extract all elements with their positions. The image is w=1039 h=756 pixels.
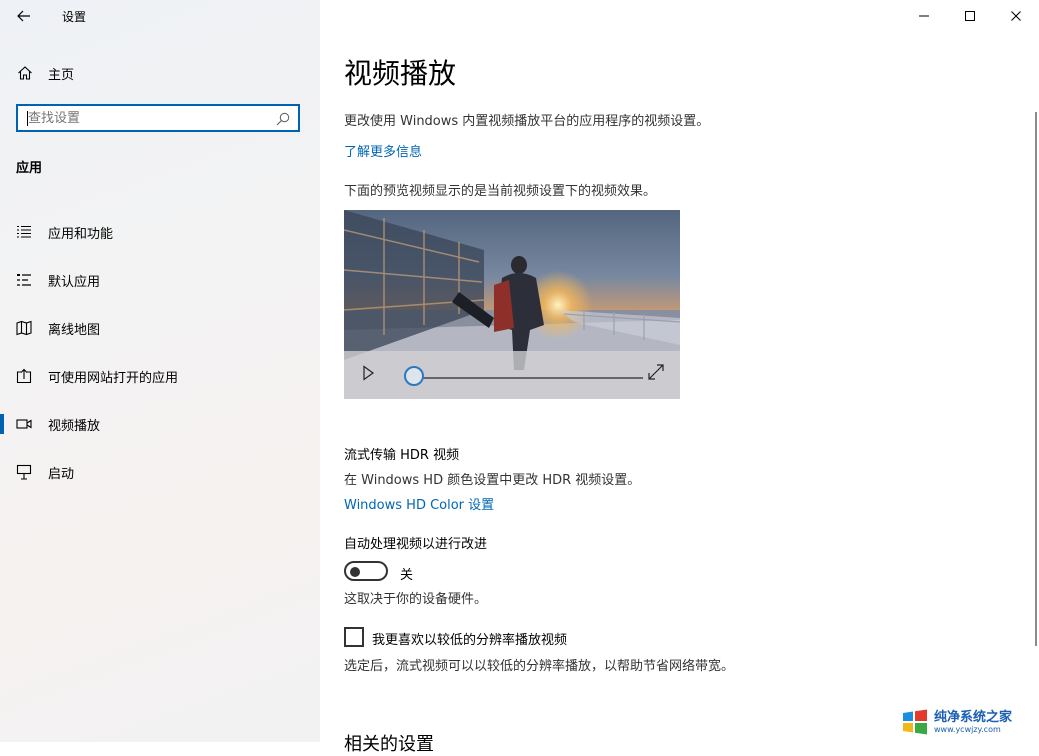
scrollbar[interactable] [1035,112,1037,646]
title-bar: 设置 [0,0,320,32]
sidebar-item-startup[interactable]: 启动 [0,448,320,496]
maximize-icon [965,11,975,21]
seek-bar-track[interactable] [415,377,643,379]
section-title: 应用 [16,161,43,176]
map-icon [16,320,32,336]
page-description: 更改使用 Windows 内置视频播放平台的应用程序的视频设置。 [344,114,710,129]
home-icon [18,66,32,80]
watermark: 纯净系统之家 www.ycwjzy.com [900,706,1036,738]
toggle-state-label: 关 [400,568,414,583]
sidebar-item-label: 视频播放 [48,418,101,434]
video-controls [344,351,680,399]
hdr-heading: 流式传输 HDR 视频 [344,448,460,463]
search-box[interactable] [16,104,300,132]
close-icon [1011,11,1021,21]
back-button[interactable] [10,4,38,28]
auto-process-heading: 自动处理视频以进行改进 [344,537,488,552]
watermark-url: www.ycwjzy.com [934,724,1001,734]
video-preview[interactable] [344,210,680,399]
window-controls [901,0,1039,32]
auto-process-toggle[interactable] [344,561,388,581]
auto-process-note: 这取决于你的设备硬件。 [344,592,488,607]
page-title: 视频播放 [344,57,457,90]
startup-icon [16,464,32,480]
main-content: 视频播放 更改使用 Windows 内置视频播放平台的应用程序的视频设置。 了解… [320,0,1039,755]
preview-description: 下面的预览视频显示的是当前视频设置下的视频效果。 [344,184,657,199]
toggle-knob [350,567,360,577]
search-input[interactable] [28,110,268,126]
open-in-app-icon [16,368,32,384]
text-caret [27,111,28,126]
search-icon[interactable] [276,112,290,126]
back-arrow-icon [17,10,30,22]
sidebar-item-offline-maps[interactable]: 离线地图 [0,304,320,352]
play-icon[interactable] [360,363,376,383]
nav-list: 应用和功能 默认应用 离线地图 可使用网站打开的应用 视频播放 启动 [0,208,320,496]
default-apps-icon [17,274,31,286]
sidebar-item-apps-features[interactable]: 应用和功能 [0,208,320,256]
low-resolution-label[interactable]: 我更喜欢以较低的分辨率播放视频 [372,629,567,648]
sidebar-item-video-playback[interactable]: 视频播放 [0,400,320,448]
sidebar-item-label: 默认应用 [48,274,101,290]
minimize-button[interactable] [901,0,947,32]
watermark-title: 纯净系统之家 [934,709,1013,725]
sidebar-item-apps-for-websites[interactable]: 可使用网站打开的应用 [0,352,320,400]
nav-home[interactable]: 主页 [0,58,320,88]
maximize-button[interactable] [947,0,993,32]
seek-bar-thumb[interactable] [404,366,424,386]
sidebar-item-label: 离线地图 [48,322,101,338]
video-icon [16,419,32,429]
low-resolution-description: 选定后，流式视频可以以较低的分辨率播放，以帮助节省网络带宽。 [344,659,735,674]
hd-color-settings-link[interactable]: Windows HD Color 设置 [344,494,494,513]
sidebar: 设置 主页 应用 应用和功能 默认应用 [0,0,320,742]
apps-list-icon [17,225,31,238]
sidebar-item-label: 启动 [48,466,75,482]
fullscreen-icon[interactable] [646,362,666,382]
hdr-description: 在 Windows HD 颜色设置中更改 HDR 视频设置。 [344,473,641,488]
sidebar-item-default-apps[interactable]: 默认应用 [0,256,320,304]
sidebar-item-label: 应用和功能 [48,226,114,242]
learn-more-link[interactable]: 了解更多信息 [344,141,422,160]
nav-home-label: 主页 [48,67,75,83]
close-button[interactable] [993,0,1039,32]
windows-logo-icon [903,709,927,735]
low-resolution-checkbox[interactable] [344,627,364,647]
app-title: 设置 [62,10,87,24]
minimize-icon [919,15,929,17]
sidebar-item-label: 可使用网站打开的应用 [48,370,179,386]
related-settings-heading: 相关的设置 [344,734,434,755]
